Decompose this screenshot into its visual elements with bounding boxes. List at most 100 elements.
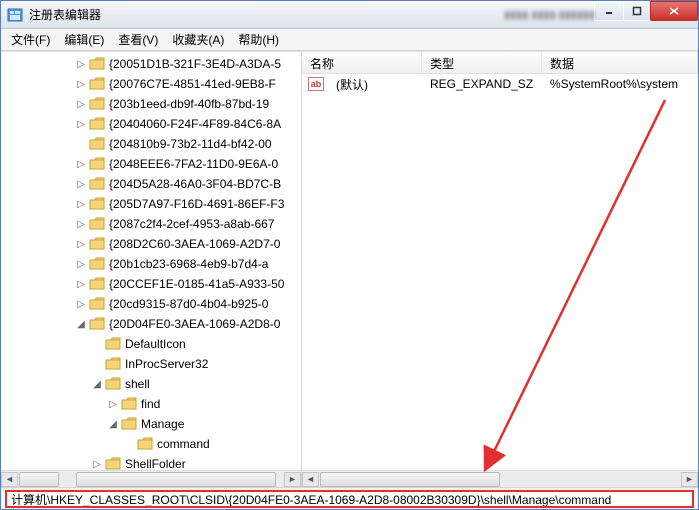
window-title: 注册表编辑器 <box>29 6 496 23</box>
scroll-right-button[interactable]: ► <box>681 472 698 487</box>
list-row[interactable]: ab (默认) REG_EXPAND_SZ %SystemRoot%\syste… <box>302 74 698 94</box>
scroll-thumb[interactable] <box>320 472 500 487</box>
menubar: 文件(F) 编辑(E) 查看(V) 收藏夹(A) 帮助(H) <box>1 29 698 51</box>
tree-item[interactable]: ▷{2087c2f4-2cef-4953-a8ab-667 <box>1 214 301 234</box>
list-view[interactable]: ab (默认) REG_EXPAND_SZ %SystemRoot%\syste… <box>302 74 698 470</box>
tree-item[interactable]: ◢Manage <box>1 414 301 434</box>
folder-icon <box>89 57 105 71</box>
folder-icon <box>89 137 105 151</box>
menu-favorites[interactable]: 收藏夹(A) <box>166 29 230 50</box>
folder-icon <box>89 217 105 231</box>
cell-data: %SystemRoot%\system <box>542 77 698 91</box>
col-data[interactable]: 数据 <box>542 52 698 73</box>
tree-item[interactable]: ▷ {20404060-F24F-4F89-84C6-8A <box>1 114 301 134</box>
cell-type: REG_EXPAND_SZ <box>422 77 542 91</box>
maximize-icon <box>632 6 642 16</box>
reg-string-icon: ab <box>308 77 324 91</box>
close-button[interactable] <box>650 1 698 21</box>
expander-closed-icon[interactable]: ▷ <box>75 58 87 70</box>
tree-label: {20CCEF1E-0185-41a5-A933-50 <box>109 277 284 291</box>
menu-file[interactable]: 文件(F) <box>5 29 56 50</box>
list-hscrollbar[interactable]: ◄ ► <box>302 470 698 487</box>
tree-item[interactable]: ▷ {20CCEF1E-0185-41a5-A933-50 <box>1 274 301 294</box>
expander-closed-icon[interactable]: ▷ <box>75 218 87 230</box>
expander-closed-icon[interactable]: ▷ <box>75 118 87 130</box>
tree-label: {204D5A28-46A0-3F04-BD7C-B <box>109 177 281 191</box>
tree-item[interactable]: ▷ {204D5A28-46A0-3F04-BD7C-B <box>1 174 301 194</box>
cell-name: (默认) <box>328 76 422 93</box>
minimize-button[interactable] <box>594 1 624 21</box>
tree-item[interactable]: DefaultIcon <box>1 334 301 354</box>
tree-item[interactable]: ▷ {2048EEE6-7FA2-11D0-9E6A-0 <box>1 154 301 174</box>
tree-item[interactable]: ▷ {20b1cb23-6968-4eb9-b7d4-a <box>1 254 301 274</box>
scroll-thumb[interactable] <box>76 472 276 487</box>
tree-item[interactable]: InProcServer32 <box>1 354 301 374</box>
scroll-track[interactable] <box>319 472 681 487</box>
tree-label: {20404060-F24F-4F89-84C6-8A <box>109 117 281 131</box>
tree-item[interactable]: ◢ {20D04FE0-3AEA-1069-A2D8-0 <box>1 314 301 334</box>
tree-item[interactable]: ▷ {208D2C60-3AEA-1069-A2D7-0 <box>1 234 301 254</box>
tree-item[interactable]: ◢ shell <box>1 374 301 394</box>
tree-label: {20D04FE0-3AEA-1069-A2D8-0 <box>109 317 280 331</box>
scroll-left-button[interactable]: ◄ <box>302 472 319 487</box>
tree-pane: ▷ {20051D1B-321F-3E4D-A3DA-5 ▷{20076C7E-48… <box>1 52 302 487</box>
tree-view[interactable]: ▷ {20051D1B-321F-3E4D-A3DA-5 ▷{20076C7E-48… <box>1 52 301 470</box>
tree-item[interactable]: {204810b9-73b2-11d4-bf42-00 <box>1 134 301 154</box>
tree-label: {205D7A97-F16D-4691-86EF-F3 <box>109 197 284 211</box>
menu-help[interactable]: 帮助(H) <box>232 29 285 50</box>
tree-label: {2048EEE6-7FA2-11D0-9E6A-0 <box>109 157 278 171</box>
tree-label: {20051D1B-321F-3E4D-A3DA-5 <box>109 57 281 71</box>
scroll-right-button[interactable]: ► <box>284 472 301 487</box>
tree-hscrollbar[interactable]: ◄ ► <box>1 470 301 487</box>
tree-item[interactable]: ▷{20076C7E-4851-41ed-9EB8-F <box>1 74 301 94</box>
scroll-left-button[interactable]: ◄ <box>1 472 18 487</box>
tree-label: {208D2C60-3AEA-1069-A2D7-0 <box>109 237 280 251</box>
folder-icon <box>89 237 105 251</box>
tree-item[interactable]: command <box>1 434 301 454</box>
list-pane: 名称 类型 数据 ab (默认) REG_EXPAND_SZ %SystemRo… <box>302 52 698 487</box>
expander-closed-icon[interactable]: ▷ <box>75 258 87 270</box>
tree-label: {20b1cb23-6968-4eb9-b7d4-a <box>109 257 268 271</box>
expander-closed-icon[interactable]: ▷ <box>75 298 87 310</box>
tree-item[interactable]: ▷{203b1eed-db9f-40fb-87bd-19 <box>1 94 301 114</box>
expander-open-icon[interactable]: ◢ <box>75 318 87 330</box>
tree-label: command <box>157 437 210 451</box>
expander-closed-icon[interactable]: ▷ <box>75 238 87 250</box>
scroll-track[interactable] <box>18 472 284 487</box>
expander-closed-icon[interactable]: ▷ <box>107 398 119 410</box>
col-type[interactable]: 类型 <box>422 52 542 73</box>
expander-open-icon[interactable]: ◢ <box>107 418 119 430</box>
folder-icon <box>89 117 105 131</box>
expander-closed-icon[interactable]: ▷ <box>75 198 87 210</box>
maximize-button[interactable] <box>623 1 651 21</box>
tree-label: DefaultIcon <box>125 337 186 351</box>
menu-view[interactable]: 查看(V) <box>112 29 164 50</box>
expander-closed-icon[interactable]: ▷ <box>75 158 87 170</box>
tree-label: shell <box>125 377 150 391</box>
scroll-thumb-left[interactable] <box>19 472 59 487</box>
tree-item[interactable]: ▷find <box>1 394 301 414</box>
expander-closed-icon[interactable]: ▷ <box>75 98 87 110</box>
expander-closed-icon[interactable]: ▷ <box>75 278 87 290</box>
list-header: 名称 类型 数据 <box>302 52 698 74</box>
tree-item[interactable]: ▷ShellFolder <box>1 454 301 470</box>
folder-icon <box>121 417 137 431</box>
statusbar: 计算机\HKEY_CLASSES_ROOT\CLSID\{20D04FE0-3A… <box>1 487 698 509</box>
expander-closed-icon[interactable]: ▷ <box>75 178 87 190</box>
tree-item[interactable]: ▷ {205D7A97-F16D-4691-86EF-F3 <box>1 194 301 214</box>
tree-item[interactable]: ▷{20cd9315-87d0-4b04-b925-0 <box>1 294 301 314</box>
folder-icon <box>105 357 121 371</box>
titlebar[interactable]: 注册表编辑器 ▮▮▮▮ ▮▮▮▮ ▮▮▮▮▮▮ <box>1 1 698 29</box>
folder-icon <box>89 97 105 111</box>
folder-icon <box>89 177 105 191</box>
folder-icon <box>89 277 105 291</box>
minimize-icon <box>604 6 614 16</box>
tree-item[interactable]: ▷ {20051D1B-321F-3E4D-A3DA-5 <box>1 54 301 74</box>
folder-icon <box>89 257 105 271</box>
menu-edit[interactable]: 编辑(E) <box>58 29 110 50</box>
expander-closed-icon[interactable]: ▷ <box>91 458 103 470</box>
col-name[interactable]: 名称 <box>302 52 422 73</box>
expander-closed-icon[interactable]: ▷ <box>75 78 87 90</box>
expander-open-icon[interactable]: ◢ <box>91 378 103 390</box>
folder-icon <box>121 397 137 411</box>
